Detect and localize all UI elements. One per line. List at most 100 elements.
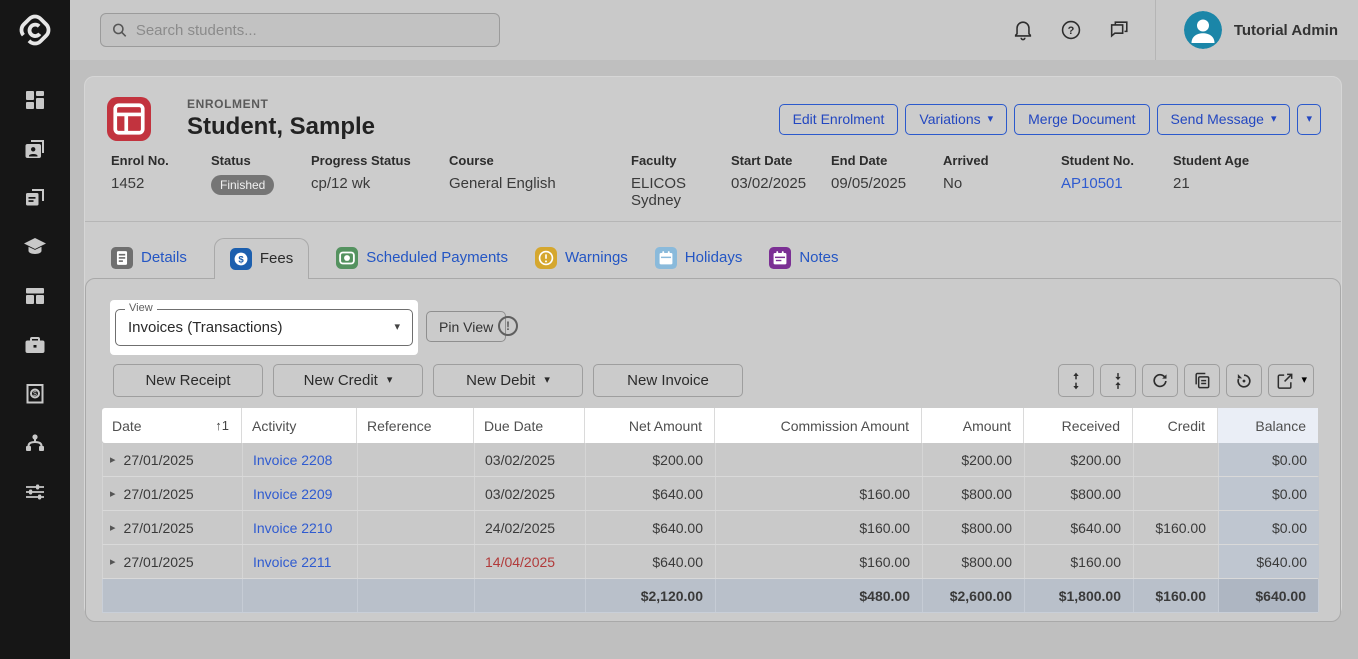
column-header-received[interactable]: Received (1024, 408, 1133, 443)
tab-fees[interactable]: $ Fees (214, 238, 309, 279)
new-credit-button[interactable]: New Credit▾ (273, 364, 423, 397)
transactions-table: Date↑1 Activity Reference Due Date Net A… (102, 408, 1318, 613)
column-header-net-amount[interactable]: Net Amount (585, 408, 715, 443)
activity-link[interactable]: Invoice 2209 (253, 486, 332, 502)
search-input[interactable] (136, 22, 489, 39)
column-header-activity[interactable]: Activity (242, 408, 357, 443)
variations-button[interactable]: Variations▾ (905, 104, 1007, 135)
column-label: Credit (1168, 418, 1205, 434)
new-invoice-button[interactable]: New Invoice (593, 364, 743, 397)
field-label: Start Date (731, 153, 831, 168)
info-icon[interactable]: ! (498, 316, 518, 336)
enrolment-titles: ENROLMENT Student, Sample (187, 97, 375, 141)
app-root: $ ? (0, 0, 1358, 659)
finance-icon[interactable]: $ (23, 382, 47, 406)
column-header-commission-amount[interactable]: Commission Amount (715, 408, 922, 443)
timetable-icon[interactable] (23, 284, 47, 308)
field-label: Student No. (1061, 153, 1173, 168)
row-expander-icon[interactable]: ▸ (110, 487, 116, 500)
field-label: Status (211, 153, 311, 168)
due-date-cell: 24/02/2025 (475, 511, 586, 544)
topbar: ? Tutorial Admin (70, 0, 1358, 60)
column-header-amount[interactable]: Amount (922, 408, 1024, 443)
search-box (100, 13, 500, 47)
refresh-icon[interactable] (1142, 364, 1178, 397)
merge-document-button[interactable]: Merge Document (1014, 104, 1149, 135)
table-row[interactable]: ▸27/01/2025 Invoice 2208 03/02/2025 $200… (102, 443, 1318, 477)
field-value: 1452 (111, 175, 211, 192)
row-expander-icon[interactable]: ▸ (110, 555, 116, 568)
commission-amount-cell (716, 443, 923, 476)
edit-enrolment-button[interactable]: Edit Enrolment (779, 104, 899, 135)
column-header-date[interactable]: Date↑1 (102, 408, 242, 443)
table-row[interactable]: ▸27/01/2025 Invoice 2209 03/02/2025 $640… (102, 477, 1318, 511)
app-logo[interactable] (0, 0, 70, 60)
totals-balance-cell: $640.00 (1219, 579, 1319, 612)
topbar-divider (1155, 0, 1156, 60)
new-debit-button[interactable]: New Debit▾ (433, 364, 583, 397)
activity-link[interactable]: Invoice 2208 (253, 452, 332, 468)
help-icon[interactable]: ? (1059, 18, 1083, 42)
table-row[interactable]: ▸27/01/2025 Invoice 2210 24/02/2025 $640… (102, 511, 1318, 545)
activity-link[interactable]: Invoice 2210 (253, 520, 332, 536)
tab-details[interactable]: Details (111, 237, 187, 278)
history-icon[interactable] (1226, 364, 1262, 397)
fees-panel: View Invoices (Transactions) ▾ Pin View … (85, 278, 1341, 622)
tab-label: Warnings (565, 249, 628, 266)
caret-down-icon: ▾ (988, 114, 994, 125)
sidebar: $ (0, 0, 70, 659)
caret-down-icon: ▾ (1306, 114, 1312, 125)
column-header-balance[interactable]: Balance (1218, 408, 1318, 443)
totals-commission-cell: $480.00 (716, 579, 923, 612)
user-name[interactable]: Tutorial Admin (1234, 22, 1338, 39)
tab-holidays[interactable]: Holidays (655, 237, 743, 278)
avatar[interactable] (1184, 11, 1222, 49)
pin-view-button[interactable]: Pin View (426, 311, 506, 342)
field-label: Enrol No. (111, 153, 211, 168)
column-header-due-date[interactable]: Due Date (474, 408, 585, 443)
activity-link[interactable]: Invoice 2211 (253, 554, 331, 570)
expand-rows-icon[interactable] (1058, 364, 1094, 397)
tab-notes[interactable]: Notes (769, 237, 838, 278)
column-header-reference[interactable]: Reference (357, 408, 474, 443)
courses-icon[interactable] (23, 235, 47, 259)
totals-reference-cell (358, 579, 475, 612)
students-icon[interactable] (23, 137, 47, 161)
dashboard-icon[interactable] (23, 88, 47, 112)
more-actions-button[interactable]: ▾ (1297, 104, 1321, 135)
collapse-rows-icon[interactable] (1100, 364, 1136, 397)
student-no-link[interactable]: AP10501 (1061, 175, 1123, 192)
table-row[interactable]: ▸27/01/2025 Invoice 2211 14/04/2025 $640… (102, 545, 1318, 579)
tab-label: Holidays (685, 249, 743, 266)
tab-scheduled-payments[interactable]: Scheduled Payments (336, 237, 508, 278)
reference-cell (358, 511, 475, 544)
copy-icon[interactable] (1184, 364, 1220, 397)
enrolments-icon[interactable] (23, 186, 47, 210)
send-message-button[interactable]: Send Message▾ (1157, 104, 1291, 135)
tab-label: Scheduled Payments (366, 249, 508, 266)
due-date-cell: 03/02/2025 (475, 477, 586, 510)
settings-icon[interactable] (23, 480, 47, 504)
agents-icon[interactable] (23, 333, 47, 357)
tab-label: Notes (799, 249, 838, 266)
view-select-value: Invoices (Transactions) (128, 319, 283, 336)
field-student-no: Student No. AP10501 (1061, 153, 1173, 209)
balance-cell: $0.00 (1219, 477, 1319, 510)
row-expander-icon[interactable]: ▸ (110, 521, 116, 534)
view-select[interactable]: View Invoices (Transactions) ▾ (115, 309, 413, 346)
new-receipt-button[interactable]: New Receipt (113, 364, 263, 397)
received-cell: $200.00 (1025, 443, 1134, 476)
tab-bar: Details $ Fees Scheduled Payments Warnin… (85, 237, 1341, 278)
bell-icon[interactable] (1011, 18, 1035, 42)
scheduled-payments-icon (336, 247, 358, 269)
amount-cell: $800.00 (923, 545, 1025, 578)
chat-icon[interactable] (1107, 18, 1131, 42)
row-expander-icon[interactable]: ▸ (110, 453, 116, 466)
column-label: Date (112, 418, 142, 434)
field-value: 03/02/2025 (731, 175, 831, 192)
export-icon[interactable]: ▾ (1268, 364, 1314, 397)
tab-warnings[interactable]: Warnings (535, 237, 628, 278)
column-label: Reference (367, 418, 432, 434)
column-header-credit[interactable]: Credit (1133, 408, 1218, 443)
network-icon[interactable] (23, 431, 47, 455)
